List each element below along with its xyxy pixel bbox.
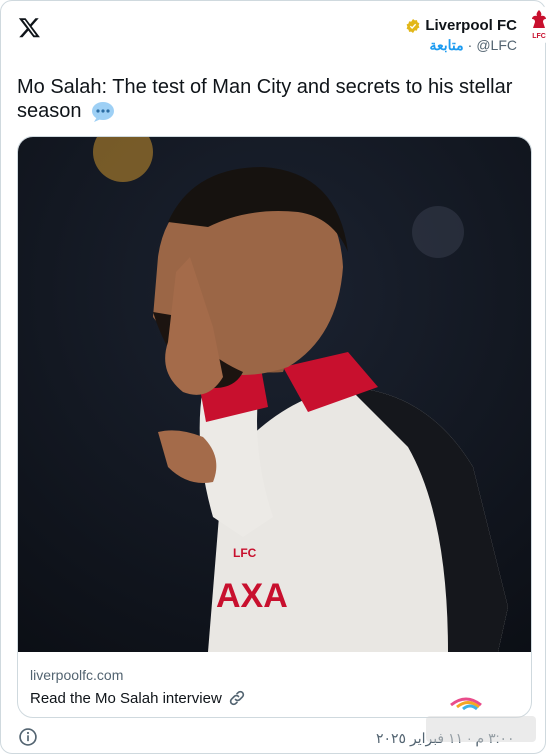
svg-text:AXA: AXA bbox=[216, 577, 288, 615]
link-title-text[interactable]: Read the Mo Salah interview bbox=[30, 690, 222, 707]
link-title[interactable]: Read the Mo Salah interview bbox=[30, 689, 246, 707]
watermark-logo-icon bbox=[426, 697, 536, 742]
svg-text:LFC: LFC bbox=[233, 546, 257, 560]
author-handle[interactable]: @LFC bbox=[476, 37, 517, 54]
author-block[interactable]: Liverpool FC متابعة · @LFC bbox=[405, 17, 517, 54]
tweet-embed-card: Liverpool FC متابعة · @LFC LFC Mo Salah:… bbox=[0, 0, 558, 754]
follow-button[interactable]: متابعة bbox=[430, 37, 464, 54]
info-icon[interactable] bbox=[18, 727, 38, 747]
avatar[interactable]: LFC bbox=[519, 5, 558, 45]
handle-separator: · bbox=[467, 37, 473, 53]
tweet-text-block: Mo Salah: The test of Man City and secre… bbox=[17, 75, 527, 123]
author-name[interactable]: Liverpool FC bbox=[425, 17, 517, 34]
link-icon bbox=[229, 690, 244, 706]
speech-bubble-icon bbox=[92, 101, 115, 122]
verified-badge-icon bbox=[406, 18, 420, 33]
link-domain[interactable]: liverpoolfc.com bbox=[30, 667, 123, 683]
x-logo-icon[interactable] bbox=[18, 16, 41, 39]
link-card[interactable]: LFC AXA liverpoolfc.com Read the Mo Sala… bbox=[17, 136, 532, 718]
svg-text:LFC: LFC bbox=[532, 33, 546, 40]
player-photo[interactable]: LFC AXA bbox=[18, 137, 532, 652]
